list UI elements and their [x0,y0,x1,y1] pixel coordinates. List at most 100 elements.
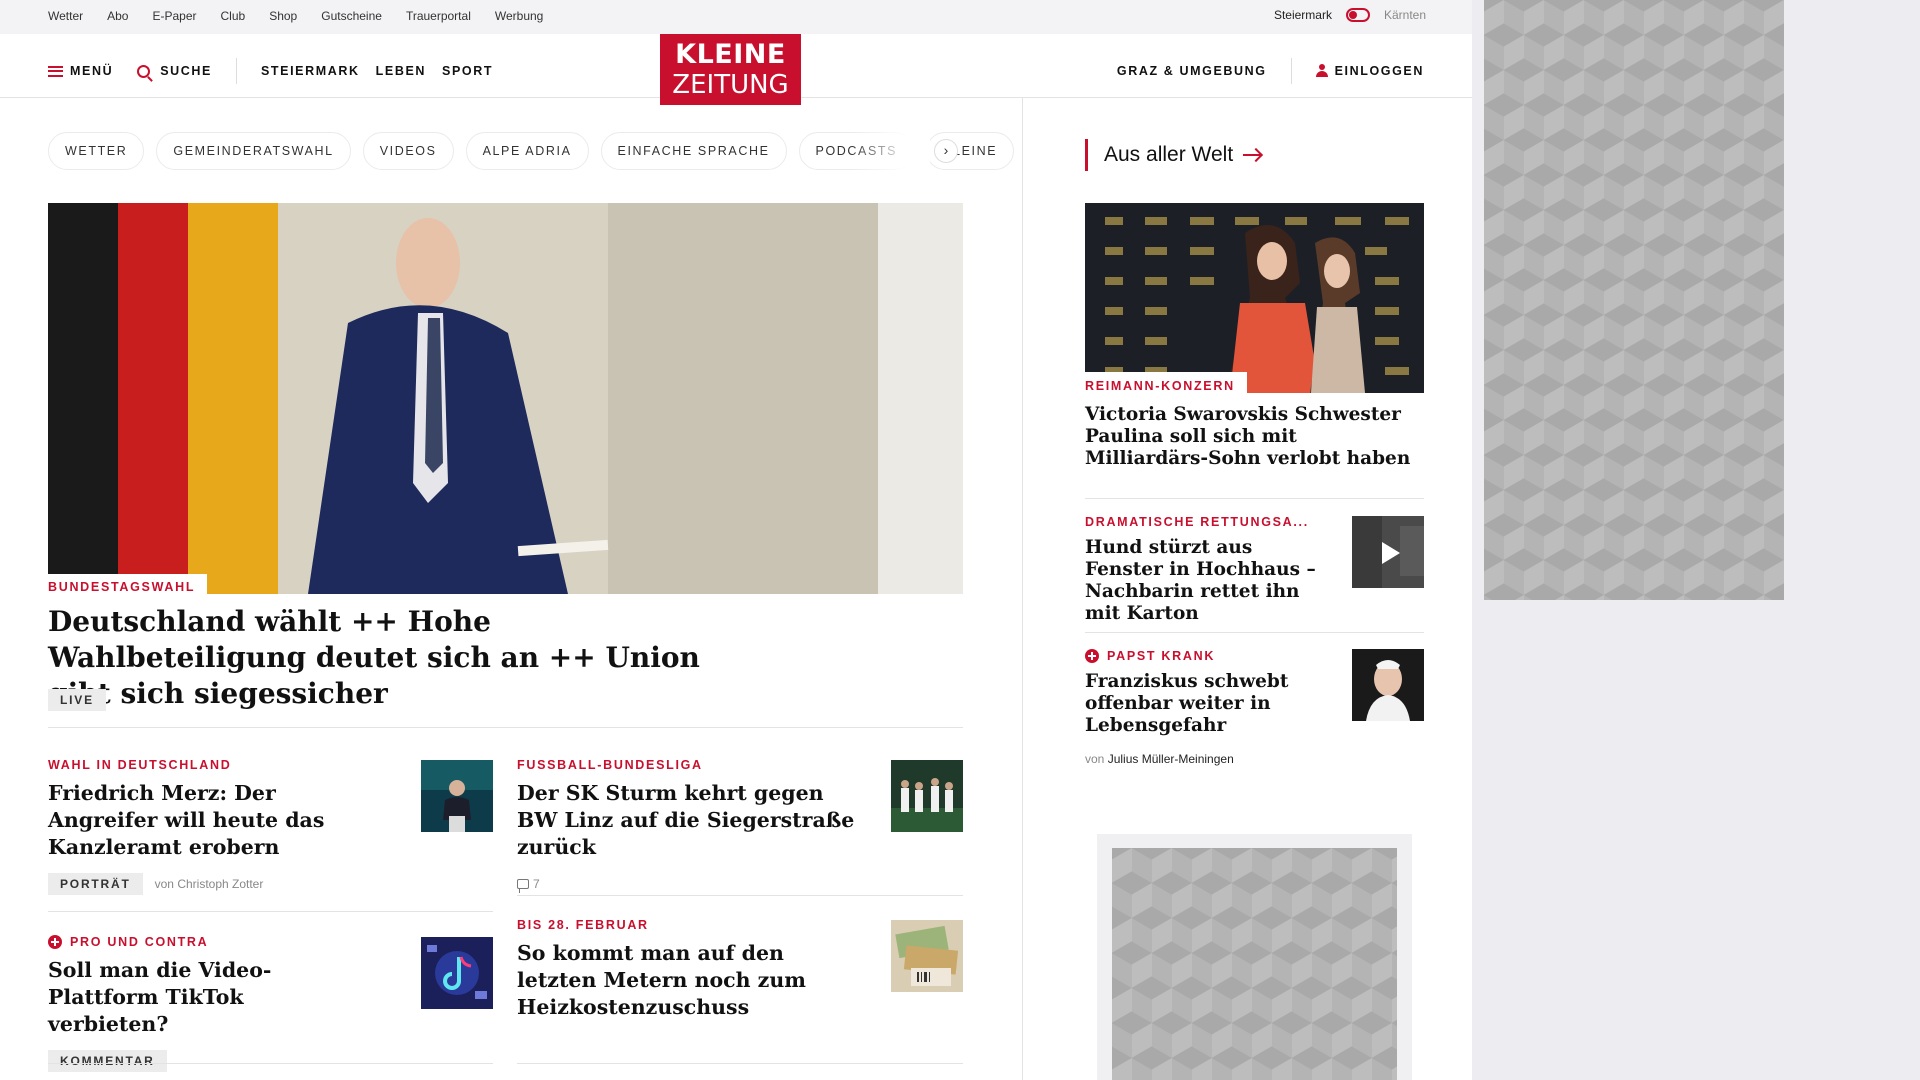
sidebar-kicker-box: REIMANN-KONZERN [1085,372,1247,397]
teaser-headline[interactable]: Der SK Sturm kehrt gegen BW Linz auf die… [517,780,867,861]
teaser-headline[interactable]: Soll man die Video-Plattform TikTok verb… [48,957,368,1038]
column-divider [1022,98,1023,1080]
comment-count[interactable]: 7 [517,877,540,893]
divider [517,895,963,896]
divider [48,911,493,912]
sidebar-headline[interactable]: Hund stürzt aus Fenster in Hochhaus – Na… [1085,537,1325,625]
region-toggle[interactable] [1345,8,1370,22]
site-logo[interactable]: KLEINE ZEITUNG [660,34,801,105]
hero-kicker-box: BUNDESTAGSWAHL [48,574,208,599]
chip-wetter[interactable]: WETTER [48,132,145,170]
teaser-headline[interactable]: Friedrich Merz: Der Angreifer will heute… [48,780,348,861]
ad-placeholder [1112,848,1397,1080]
search-label: SUCHE [160,64,212,78]
teaser-thumbnail[interactable] [891,920,963,992]
page: Wetter Abo E-Paper Club Shop Gutscheine … [0,0,1472,1080]
hero-headline[interactable]: Deutschland wählt ++ Hohe Wahlbeteiligun… [48,604,748,712]
utility-link-werbung[interactable]: Werbung [495,9,543,23]
author-line: von Christoph Zotter [155,877,264,891]
search-button[interactable]: SUCHE [137,64,212,78]
divider [517,1063,963,1064]
chip-alpe-adria[interactable]: ALPE ADRIA [465,132,589,170]
main-header: MENÜ SUCHE STEIERMARK LEBEN SPORT KLEINE… [0,34,1472,105]
sidebar-kicker-wrap: PAPST KRANK [1085,649,1215,663]
utility-link-shop[interactable]: Shop [269,9,297,23]
utility-links: Wetter Abo E-Paper Club Shop Gutscheine … [48,9,543,23]
utility-link-gutscheine[interactable]: Gutscheine [321,9,382,23]
teaser-meta: 7 [517,877,867,893]
sidebar-kicker: PAPST KRANK [1107,649,1216,663]
live-badge: LIVE [48,689,106,711]
nav-sport[interactable]: SPORT [442,64,493,78]
section-nav: STEIERMARK LEBEN SPORT [261,64,493,78]
divider [48,1063,493,1064]
plus-icon [1085,649,1099,663]
teaser-kicker: WAHL IN DEUTSCHLAND [48,758,232,772]
hero-kicker: BUNDESTAGSWAHL [48,580,196,594]
search-icon [137,64,151,78]
teaser-kicker: BIS 28. FEBRUAR [517,918,649,932]
login-button[interactable]: EINLOGGEN [1315,64,1424,78]
teaser-tag: PORTRÄT [48,873,143,895]
nav-steiermark[interactable]: STEIERMARK [261,64,360,78]
region-link[interactable]: GRAZ & UMGEBUNG [1117,64,1267,78]
sidebar-main-image[interactable] [1085,203,1424,393]
menu-button[interactable]: MENÜ [48,64,113,78]
hero-photo [48,203,963,594]
teaser-meta: KOMMENTAR [48,1050,368,1072]
sidebar-headline[interactable]: Franziskus schwebt offenbar weiter in Le… [1085,671,1325,737]
utility-link-epaper[interactable]: E-Paper [152,9,196,23]
teaser-tag: KOMMENTAR [48,1050,167,1072]
teaser-kicker-wrap: PRO UND CONTRA [48,935,368,949]
tiktok-photo [421,937,493,1009]
video-thumbnail[interactable] [1352,516,1424,588]
teaser-headline[interactable]: So kommt man auf den letzten Metern noch… [517,940,817,1021]
menu-label: MENÜ [70,64,114,78]
logo-line-2: ZEITUNG [672,70,789,100]
teaser-kicker: PRO UND CONTRA [70,935,209,949]
hero-image[interactable] [48,203,963,594]
author-prefix: von [154,877,174,891]
hamburger-icon [48,65,63,77]
merz-photo [421,760,493,832]
utility-link-abo[interactable]: Abo [107,9,128,23]
utility-link-trauerportal[interactable]: Trauerportal [406,9,471,23]
money-photo [891,920,963,992]
skyscraper-ad[interactable] [1484,0,1784,600]
author-name[interactable]: Christoph Zotter [177,877,263,891]
teaser-thumbnail[interactable] [421,760,493,832]
pope-photo [1352,649,1424,721]
chips-fade [850,132,930,170]
comment-count-value: 7 [533,877,540,891]
header-divider-right [1290,58,1292,84]
utility-bar: Wetter Abo E-Paper Club Shop Gutscheine … [0,0,1472,34]
play-icon [1382,542,1400,564]
author-name[interactable]: Julius Müller-Meiningen [1108,752,1234,766]
sidebar-ad[interactable] [1097,834,1412,1080]
utility-link-club[interactable]: Club [221,9,246,23]
utility-link-wetter[interactable]: Wetter [48,9,83,23]
sidebar-kicker: DRAMATISCHE RETTUNGSA... [1085,515,1309,529]
logo-line-1: KLEINE [675,39,786,70]
chip-videos[interactable]: VIDEOS [362,132,454,170]
login-label: EINLOGGEN [1334,64,1424,78]
chevron-right-icon[interactable]: › [934,139,958,163]
user-icon [1315,64,1328,78]
live-badge-wrap: LIVE [48,689,106,711]
sidebar-main-headline[interactable]: Victoria Swarovskis Schwester Paulina so… [1085,404,1424,470]
sponsor-wall-photo [1085,203,1424,393]
region-active-label: Steiermark [1273,8,1332,22]
nav-leben[interactable]: LEBEN [376,64,426,78]
region-other-label[interactable]: Kärnten [1384,8,1426,22]
plus-icon [48,935,62,949]
header-divider [235,58,237,84]
divider [1085,632,1424,633]
sidebar-heading[interactable]: Aus aller Welt [1085,139,1262,171]
teaser-thumbnail[interactable] [891,760,963,832]
teaser-merz: WAHL IN DEUTSCHLAND Friedrich Merz: Der … [48,758,348,895]
author-prefix: von [1085,752,1105,766]
pope-thumbnail[interactable] [1352,649,1424,721]
teaser-thumbnail[interactable] [421,937,493,1009]
chip-gemeinderatswahl[interactable]: GEMEINDERATSWAHL [156,132,351,170]
chip-einfache-sprache[interactable]: EINFACHE SPRACHE [600,132,787,170]
